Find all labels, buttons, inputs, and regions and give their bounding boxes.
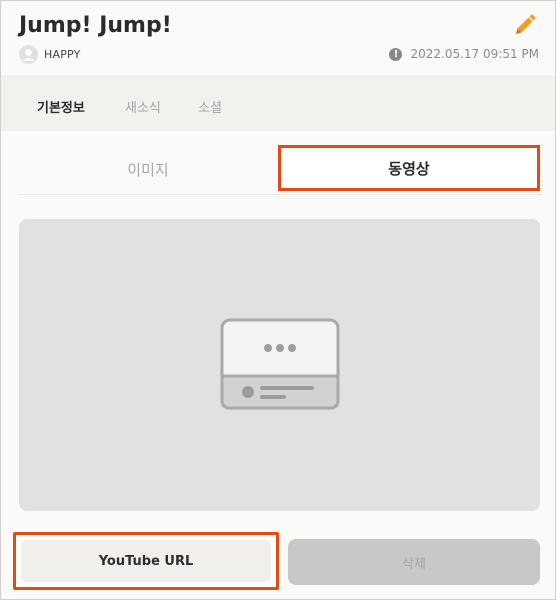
video-placeholder-icon [220, 318, 340, 414]
header: Jump! Jump! HAPPY ! 2022.05.17 09:51 PM [1, 1, 555, 75]
media-tabs: 이미지 동영상 [19, 145, 542, 195]
delete-button[interactable]: 삭제 [288, 539, 540, 585]
page-title: Jump! Jump! [19, 13, 172, 38]
nav-item-social[interactable]: 소셜 [198, 97, 222, 116]
pencil-icon[interactable] [513, 13, 537, 37]
username: HAPPY [44, 48, 81, 61]
nav-item-news[interactable]: 새소식 [125, 97, 161, 116]
user-info: HAPPY [19, 45, 81, 64]
nav-item-basic-info[interactable]: 기본정보 [37, 97, 85, 116]
exclamation-icon[interactable]: ! [389, 47, 403, 61]
video-preview-area [19, 219, 540, 511]
tab-video[interactable]: 동영상 [278, 145, 540, 191]
section-nav: 기본정보 새소식 소셜 [1, 76, 555, 131]
youtube-url-button-highlight: YouTube URL [13, 532, 279, 590]
timestamp: 2022.05.17 09:51 PM [410, 47, 539, 61]
tab-image[interactable]: 이미지 [19, 146, 277, 192]
app-frame: Jump! Jump! HAPPY ! 2022.05.17 09:51 PM … [0, 0, 556, 600]
youtube-url-button[interactable]: YouTube URL [21, 540, 271, 582]
avatar [19, 45, 38, 64]
post-meta: ! 2022.05.17 09:51 PM [389, 47, 539, 61]
